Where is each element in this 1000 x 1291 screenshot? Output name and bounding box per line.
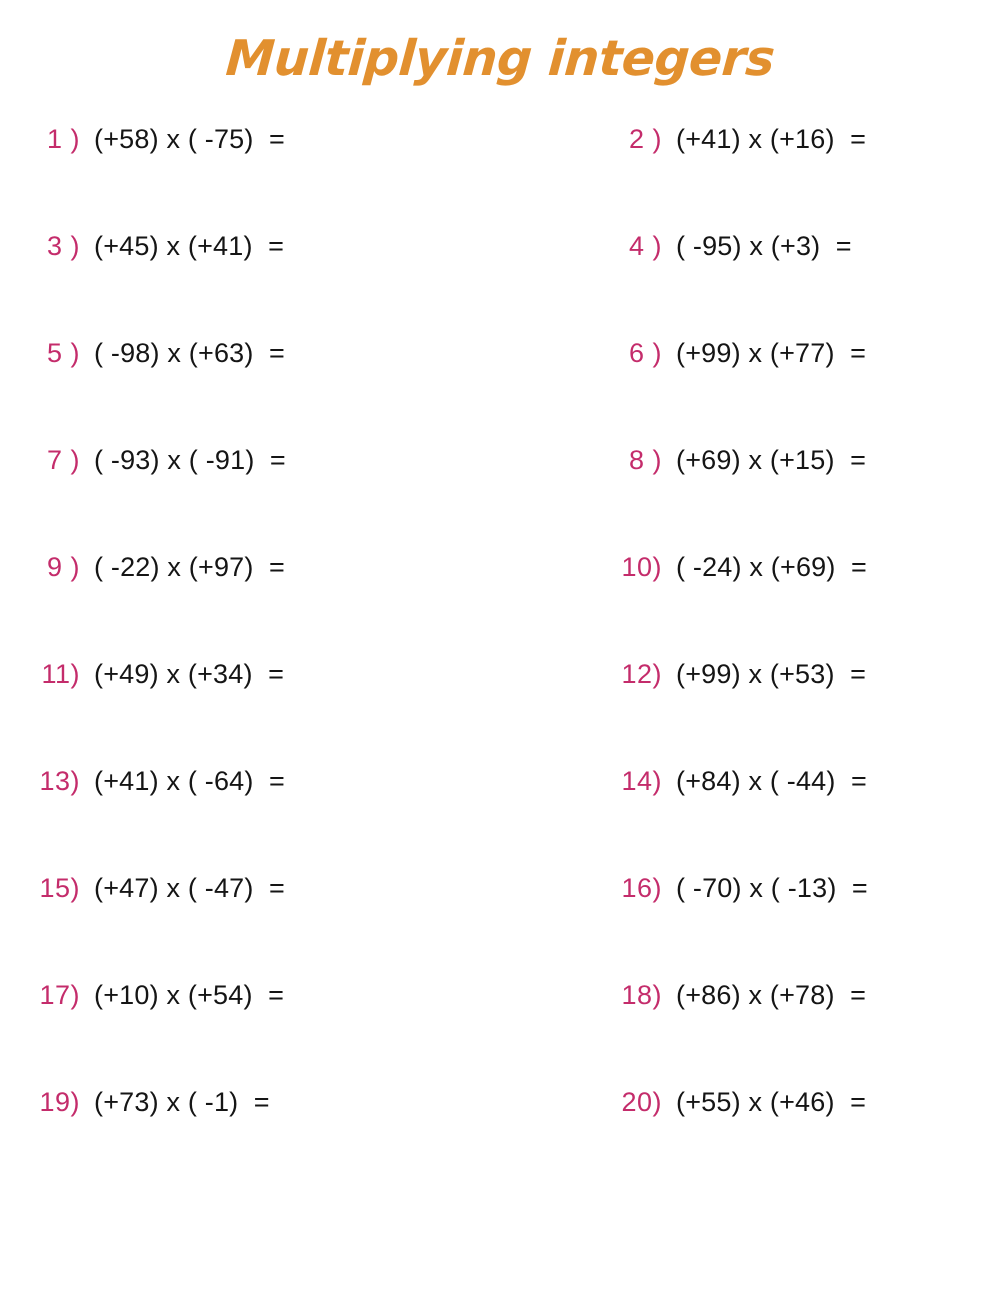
problem-number-4: 4 ) — [628, 231, 662, 261]
problem-row: 11) (+49) x (+34) = 12) (+99) x (+53) = — [0, 621, 1000, 728]
problem-number-8: 8 ) — [628, 445, 662, 475]
problem-item-19[interactable]: 19) (+73) x ( -1) = — [0, 1087, 520, 1118]
problem-item-7[interactable]: 7 ) ( -93) x ( -91) = — [0, 445, 520, 476]
problem-expression-19: (+73) x ( -1) = — [94, 1087, 270, 1117]
problem-row: 3 ) (+45) x (+41) = 4 ) ( -95) x (+3) = — [0, 193, 1000, 300]
problem-number-11: 11) — [41, 659, 80, 689]
problem-row: 7 ) ( -93) x ( -91) = 8 ) (+69) x (+15) … — [0, 407, 1000, 514]
problem-item-8[interactable]: 8 ) (+69) x (+15) = — [520, 445, 1000, 476]
problem-item-20[interactable]: 20) (+55) x (+46) = — [520, 1087, 1000, 1118]
problem-number-5: 5 ) — [46, 338, 80, 368]
problem-expression-2: (+41) x (+16) = — [676, 124, 867, 154]
problem-expression-6: (+99) x (+77) = — [676, 338, 867, 368]
problem-number-3: 3 ) — [46, 231, 80, 261]
problem-item-3[interactable]: 3 ) (+45) x (+41) = — [0, 231, 520, 262]
problem-expression-9: ( -22) x (+97) = — [94, 552, 285, 582]
problem-expression-16: ( -70) x ( -13) = — [676, 873, 868, 903]
problem-number-12: 12) — [621, 659, 662, 689]
problem-expression-20: (+55) x (+46) = — [676, 1087, 867, 1117]
problem-item-13[interactable]: 13) (+41) x ( -64) = — [0, 766, 520, 797]
problem-item-2[interactable]: 2 ) (+41) x (+16) = — [520, 124, 1000, 155]
problem-number-2: 2 ) — [628, 124, 662, 154]
problem-number-20: 20) — [621, 1087, 662, 1117]
problem-expression-12: (+99) x (+53) = — [676, 659, 867, 689]
problem-number-6: 6 ) — [628, 338, 662, 368]
problem-expression-17: (+10) x (+54) = — [94, 980, 285, 1010]
worksheet-page: Multiplying integers 1 ) (+58) x ( -75) … — [0, 0, 1000, 1291]
problem-item-15[interactable]: 15) (+47) x ( -47) = — [0, 873, 520, 904]
problem-grid: 1 ) (+58) x ( -75) = 2 ) (+41) x (+16) =… — [0, 86, 1000, 1156]
problem-expression-7: ( -93) x ( -91) = — [94, 445, 286, 475]
problem-row: 17) (+10) x (+54) = 18) (+86) x (+78) = — [0, 942, 1000, 1049]
problem-number-18: 18) — [621, 980, 662, 1010]
problem-expression-4: ( -95) x (+3) = — [676, 231, 852, 261]
problem-item-9[interactable]: 9 ) ( -22) x (+97) = — [0, 552, 520, 583]
problem-item-1[interactable]: 1 ) (+58) x ( -75) = — [0, 124, 520, 155]
problem-row: 13) (+41) x ( -64) = 14) (+84) x ( -44) … — [0, 728, 1000, 835]
problem-number-10: 10) — [621, 552, 662, 582]
problem-expression-10: ( -24) x (+69) = — [676, 552, 867, 582]
problem-expression-13: (+41) x ( -64) = — [94, 766, 285, 796]
problem-item-5[interactable]: 5 ) ( -98) x (+63) = — [0, 338, 520, 369]
problem-number-15: 15) — [39, 873, 80, 903]
problem-number-9: 9 ) — [46, 552, 80, 582]
problem-number-16: 16) — [621, 873, 662, 903]
problem-row: 19) (+73) x ( -1) = 20) (+55) x (+46) = — [0, 1049, 1000, 1156]
problem-item-14[interactable]: 14) (+84) x ( -44) = — [520, 766, 1000, 797]
page-title: Multiplying integers — [223, 30, 777, 87]
problem-expression-8: (+69) x (+15) = — [676, 445, 867, 475]
problem-number-7: 7 ) — [46, 445, 80, 475]
problem-row: 15) (+47) x ( -47) = 16) ( -70) x ( -13)… — [0, 835, 1000, 942]
problem-item-18[interactable]: 18) (+86) x (+78) = — [520, 980, 1000, 1011]
problem-expression-3: (+45) x (+41) = — [94, 231, 285, 261]
problem-expression-14: (+84) x ( -44) = — [676, 766, 867, 796]
problem-number-13: 13) — [39, 766, 80, 796]
problem-number-19: 19) — [39, 1087, 80, 1117]
problem-expression-15: (+47) x ( -47) = — [94, 873, 285, 903]
problem-row: 9 ) ( -22) x (+97) = 10) ( -24) x (+69) … — [0, 514, 1000, 621]
problem-item-17[interactable]: 17) (+10) x (+54) = — [0, 980, 520, 1011]
problem-item-6[interactable]: 6 ) (+99) x (+77) = — [520, 338, 1000, 369]
problem-expression-18: (+86) x (+78) = — [676, 980, 867, 1010]
problem-item-4[interactable]: 4 ) ( -95) x (+3) = — [520, 231, 1000, 262]
problem-number-17: 17) — [39, 980, 80, 1010]
problem-row: 1 ) (+58) x ( -75) = 2 ) (+41) x (+16) = — [0, 86, 1000, 193]
problem-item-12[interactable]: 12) (+99) x (+53) = — [520, 659, 1000, 690]
problem-expression-5: ( -98) x (+63) = — [94, 338, 285, 368]
problem-item-11[interactable]: 11) (+49) x (+34) = — [0, 659, 520, 690]
problem-number-1: 1 ) — [46, 124, 80, 154]
problem-number-14: 14) — [621, 766, 662, 796]
title-container: Multiplying integers — [0, 0, 1000, 87]
problem-expression-1: (+58) x ( -75) = — [94, 124, 285, 154]
problem-expression-11: (+49) x (+34) = — [94, 659, 285, 689]
problem-item-10[interactable]: 10) ( -24) x (+69) = — [520, 552, 1000, 583]
problem-row: 5 ) ( -98) x (+63) = 6 ) (+99) x (+77) = — [0, 300, 1000, 407]
problem-item-16[interactable]: 16) ( -70) x ( -13) = — [520, 873, 1000, 904]
